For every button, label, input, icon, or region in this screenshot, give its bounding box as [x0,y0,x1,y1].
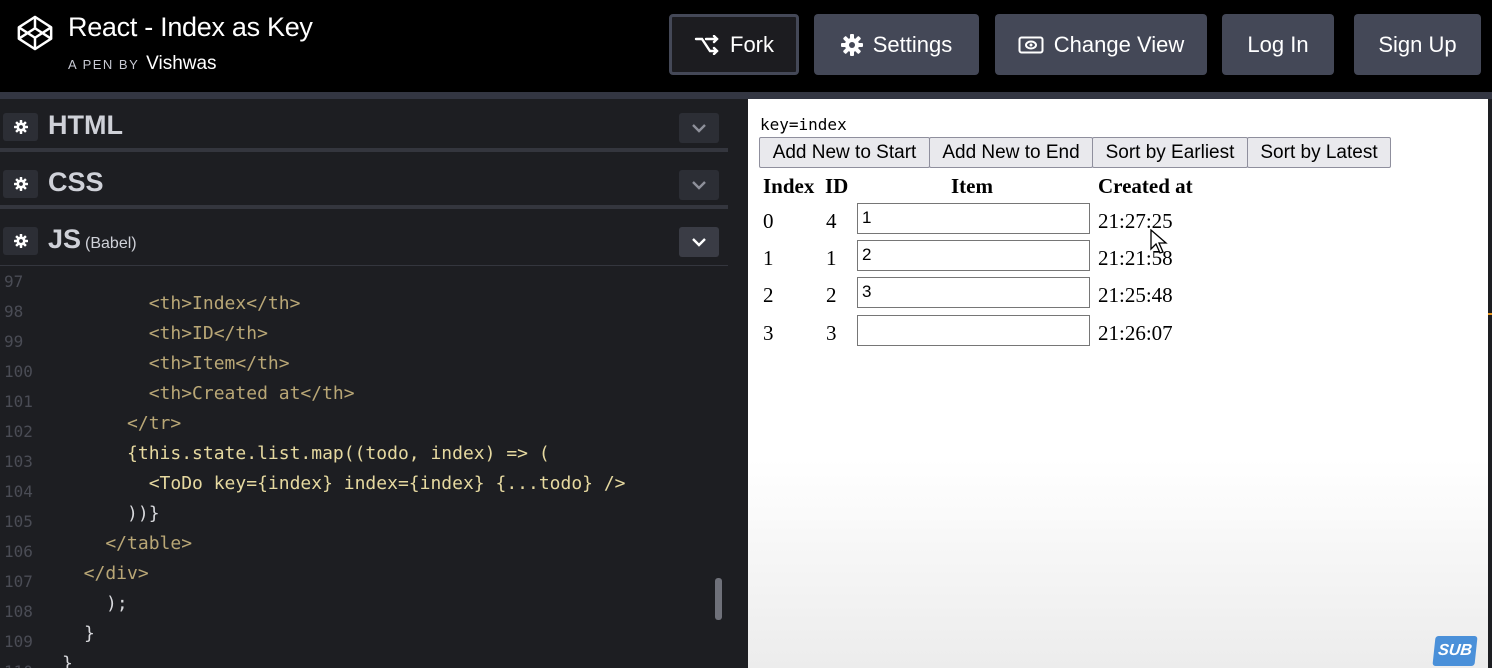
gear-icon [13,120,28,134]
chevron-down-icon [692,124,706,133]
fork-label: Fork [730,31,774,57]
code-text: {this.state.list.map((todo, index) => ( [62,443,550,464]
css-collapse-button[interactable] [679,170,719,200]
code-text: <th>Item</th> [62,353,290,374]
item-input[interactable]: 1 [857,203,1090,234]
html-editor-title: HTML [48,110,123,140]
login-label: Log In [1247,31,1309,57]
sort-by-earliest-button[interactable]: Sort by Earliest [1092,137,1248,168]
js-code-editor[interactable]: 97 <th>Index</th> 98 <th>ID</th> 99 <th>… [0,267,728,668]
js-settings-button[interactable] [3,227,38,255]
gear-icon [13,234,28,248]
codepen-logo-icon[interactable] [16,14,54,52]
header: React - Index as Key A PEN BY Vishwas Fo… [0,0,1492,92]
chevron-down-icon [692,181,706,190]
code-text: </div> [62,563,149,584]
code-line: 108 } [0,581,95,644]
signup-label: Sign Up [1378,31,1457,57]
layout-view-icon [1018,36,1044,53]
col-header-item: Item [951,174,993,198]
subscribe-badge[interactable]: SUB [1432,636,1478,666]
line-number: 110 [4,662,52,668]
row-index-cell: 0 [763,209,774,233]
mouse-cursor-icon [1150,229,1168,254]
css-editor-title: CSS [48,167,104,197]
item-input[interactable]: 2 [857,240,1090,271]
fork-icon [694,34,719,55]
add-new-to-start-button[interactable]: Add New to Start [759,137,930,168]
code-line: 97 <th>Index</th> [0,267,300,314]
row-index-cell: 1 [763,246,774,270]
code-line: 98 <th>ID</th> [0,281,268,344]
fork-button[interactable]: Fork [669,14,799,75]
col-header-index: Index [763,174,815,198]
code-text: ); [106,593,128,614]
css-editor-header[interactable]: CSS [0,157,728,209]
header-divider [0,92,1492,99]
row-created-cell: 21:25:48 [1098,283,1173,307]
byline-prefix: A PEN BY [68,57,140,72]
gear-icon [13,177,28,191]
html-editor-header[interactable]: HTML [0,100,728,152]
row-index-cell: 2 [763,283,774,307]
gear-icon [840,33,863,56]
pen-title[interactable]: React - Index as Key [68,12,313,43]
login-button[interactable]: Log In [1222,14,1334,75]
js-editor-title: JS (Babel) [48,224,137,255]
code-line: 104 ))} [0,461,160,524]
item-input[interactable]: 3 [857,277,1090,308]
change-view-button[interactable]: Change View [995,14,1207,75]
item-input[interactable] [857,315,1090,346]
css-settings-button[interactable] [3,170,38,198]
js-collapse-button[interactable] [679,227,719,257]
code-line: 105 </table> [0,491,192,554]
code-text: } [84,623,95,644]
code-line: 101 </tr> [0,371,181,434]
resize-gutter[interactable] [728,99,748,668]
row-id-cell: 2 [826,283,837,307]
html-collapse-button[interactable] [679,113,719,143]
code-line: 99 <th>Item</th> [0,311,290,374]
js-editor-header[interactable]: JS (Babel) [0,214,728,266]
code-text: <ToDo key={index} index={index} {...todo… [62,473,626,494]
code-line: 107 ); [0,551,128,614]
row-id-cell: 1 [826,246,837,270]
key-mode-label: key=index [760,115,847,134]
code-line: 106 </div> [0,521,149,584]
row-id-cell: 3 [826,321,837,345]
row-id-cell: 4 [826,209,837,233]
code-line: 102 {this.state.list.map((todo, index) =… [0,401,550,464]
editor-scrollbar[interactable] [715,578,722,620]
code-line: 110 [0,641,65,668]
change-view-label: Change View [1053,31,1185,57]
signup-button[interactable]: Sign Up [1354,14,1481,75]
add-new-to-end-button[interactable]: Add New to End [929,137,1093,168]
code-text: <th>Created at</th> [62,383,355,404]
settings-label: Settings [872,31,953,57]
col-header-created: Created at [1098,174,1193,198]
code-text: <th>ID</th> [62,323,268,344]
sort-by-latest-button[interactable]: Sort by Latest [1247,137,1391,168]
chevron-down-icon [692,238,706,247]
edge-marker [1488,313,1492,315]
editor-panel: HTML CSS JS (Babel) 97 <th>Index</th> 98… [0,99,738,668]
js-label: JS [48,224,82,254]
code-text: ))} [62,503,160,524]
js-preprocessor-label: (Babel) [85,235,137,252]
result-preview: key=index Add New to Start Add New to En… [748,99,1488,668]
html-settings-button[interactable] [3,113,38,141]
code-text: </table> [62,533,193,554]
row-created-cell: 21:26:07 [1098,321,1173,345]
code-line: 103 <ToDo key={index} index={index} {...… [0,431,626,494]
col-header-id: ID [825,174,849,198]
author-link[interactable]: Vishwas [146,53,216,74]
code-line: 100 <th>Created at</th> [0,341,355,404]
code-text: </tr> [62,413,182,434]
pen-byline: A PEN BY Vishwas [68,53,217,75]
code-line: 109 } [0,611,73,668]
settings-button[interactable]: Settings [814,14,979,75]
row-index-cell: 3 [763,321,774,345]
code-text: <th>Index</th> [62,293,301,314]
